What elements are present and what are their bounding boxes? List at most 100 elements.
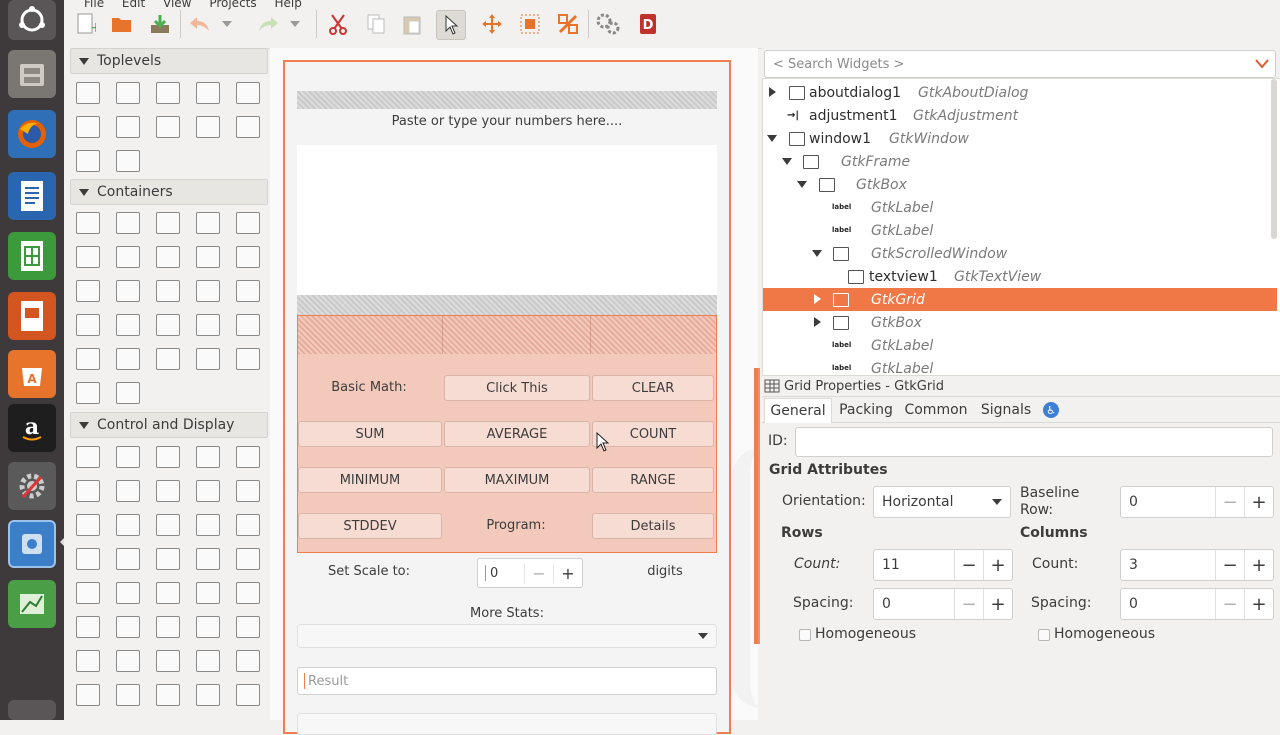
tree-row-gtklabel[interactable]: label GtkLabel xyxy=(763,357,1277,376)
decrement-button[interactable]: − xyxy=(1215,550,1244,580)
undo-dropdown-icon[interactable] xyxy=(220,10,234,38)
settings-icon[interactable] xyxy=(8,462,56,510)
expander-down-icon[interactable] xyxy=(797,181,807,188)
clear-button[interactable]: CLEAR xyxy=(592,375,714,401)
palette-widget-icon[interactable] xyxy=(76,116,100,138)
palette-widget-icon[interactable] xyxy=(116,246,140,268)
palette-section-containers[interactable]: Containers xyxy=(70,179,268,205)
palette-section-control[interactable]: Control and Display xyxy=(70,412,268,438)
window1-preview[interactable]: Paste or type your numbers here.... Basi… xyxy=(283,60,731,735)
select-pointer-icon[interactable] xyxy=(436,10,466,40)
palette-widget-icon[interactable] xyxy=(156,548,180,570)
palette-widget-icon[interactable] xyxy=(236,514,260,536)
chart-app-icon[interactable] xyxy=(8,580,56,628)
palette-widget-icon[interactable] xyxy=(116,446,140,468)
palette-widget-icon[interactable] xyxy=(196,82,220,104)
rows-homogeneous-checkbox[interactable] xyxy=(799,629,811,641)
palette-widget-icon[interactable] xyxy=(236,212,260,234)
margin-edit-icon[interactable] xyxy=(516,10,544,38)
tree-row-aboutdialog1[interactable]: aboutdialog1 GtkAboutDialog xyxy=(763,81,1277,104)
baseline-row-spin[interactable]: 0 − + xyxy=(1120,486,1274,518)
sum-button[interactable]: SUM xyxy=(298,421,442,447)
palette-widget-icon[interactable] xyxy=(76,348,100,370)
scale-minus-button[interactable]: − xyxy=(524,563,553,583)
rows-spacing-spin[interactable]: 0 − + xyxy=(873,588,1013,620)
result-entry[interactable]: Result xyxy=(297,667,717,695)
palette-widget-icon[interactable] xyxy=(196,446,220,468)
palette-widget-icon[interactable] xyxy=(236,116,260,138)
increment-button[interactable]: + xyxy=(1244,487,1273,517)
palette-widget-icon[interactable] xyxy=(76,212,100,234)
palette-widget-icon[interactable] xyxy=(236,480,260,502)
expander-down-icon[interactable] xyxy=(767,135,777,142)
increment-button[interactable]: + xyxy=(983,589,1012,619)
menu-edit[interactable]: Edit xyxy=(122,0,145,10)
palette-widget-icon[interactable] xyxy=(196,246,220,268)
glade-icon[interactable] xyxy=(8,520,56,568)
palette-widget-icon[interactable] xyxy=(76,150,100,172)
palette-widget-icon[interactable] xyxy=(236,684,260,706)
palette-widget-icon[interactable] xyxy=(76,514,100,536)
increment-button[interactable]: + xyxy=(1244,589,1273,619)
decrement-button[interactable]: − xyxy=(954,550,983,580)
increment-button[interactable]: + xyxy=(983,550,1012,580)
palette-widget-icon[interactable] xyxy=(196,650,220,672)
expander-right-icon[interactable] xyxy=(814,317,821,327)
palette-widget-icon[interactable] xyxy=(156,314,180,336)
details-button[interactable]: Details xyxy=(592,513,714,539)
tree-row-gtklabel[interactable]: label GtkLabel xyxy=(763,219,1277,242)
palette-widget-icon[interactable] xyxy=(116,382,140,404)
increment-button[interactable]: + xyxy=(1244,550,1273,580)
palette-widget-icon[interactable] xyxy=(116,212,140,234)
cols-homogeneous-checkbox[interactable] xyxy=(1038,629,1050,641)
palette-widget-icon[interactable] xyxy=(156,514,180,536)
textview1[interactable] xyxy=(297,145,717,295)
preferences-icon[interactable] xyxy=(594,10,622,38)
paste-icon[interactable] xyxy=(398,10,426,38)
palette-widget-icon[interactable] xyxy=(116,116,140,138)
files-icon[interactable] xyxy=(8,50,56,98)
palette-section-toplevels[interactable]: Toplevels xyxy=(70,48,268,74)
scale-spinbutton[interactable]: 0 − + xyxy=(477,558,583,588)
palette-widget-icon[interactable] xyxy=(156,280,180,302)
palette-widget-icon[interactable] xyxy=(76,480,100,502)
palette-widget-icon[interactable] xyxy=(196,582,220,604)
palette-widget-icon[interactable] xyxy=(116,548,140,570)
maximum-button[interactable]: MAXIMUM xyxy=(444,467,590,493)
devhelp-icon[interactable]: D xyxy=(634,10,662,38)
palette-widget-icon[interactable] xyxy=(156,82,180,104)
expander-down-icon[interactable] xyxy=(782,158,792,165)
impress-icon[interactable] xyxy=(8,292,56,340)
widget-tree[interactable]: aboutdialog1 GtkAboutDialog →| adjustmen… xyxy=(762,78,1280,376)
tree-row-scrolledwindow[interactable]: GtkScrolledWindow xyxy=(763,242,1277,265)
placeholder-slot[interactable] xyxy=(297,91,717,109)
palette-widget-icon[interactable] xyxy=(236,650,260,672)
rows-count-spin[interactable]: 11 − + xyxy=(873,549,1013,581)
palette-widget-icon[interactable] xyxy=(76,582,100,604)
palette-widget-icon[interactable] xyxy=(236,246,260,268)
menu-view[interactable]: View xyxy=(163,0,191,10)
palette-widget-icon[interactable] xyxy=(236,446,260,468)
palette-widget-icon[interactable] xyxy=(196,684,220,706)
palette-widget-icon[interactable] xyxy=(76,82,100,104)
tab-general[interactable]: General xyxy=(764,398,832,423)
redo-dropdown-icon[interactable] xyxy=(288,10,302,38)
palette-widget-icon[interactable] xyxy=(196,548,220,570)
scale-plus-button[interactable]: + xyxy=(553,563,582,583)
more-stats-combo[interactable] xyxy=(297,624,717,648)
palette-widget-icon[interactable] xyxy=(236,280,260,302)
calc-icon[interactable] xyxy=(8,232,56,280)
save-icon[interactable] xyxy=(146,10,174,38)
cols-spacing-spin[interactable]: 0 − + xyxy=(1120,588,1274,620)
palette-widget-icon[interactable] xyxy=(196,616,220,638)
palette-widget-icon[interactable] xyxy=(236,616,260,638)
palette-widget-icon[interactable] xyxy=(196,116,220,138)
decrement-button[interactable]: − xyxy=(1215,487,1244,517)
copy-icon[interactable] xyxy=(362,10,390,38)
range-button[interactable]: RANGE xyxy=(592,467,714,493)
palette-widget-icon[interactable] xyxy=(156,446,180,468)
tab-common[interactable]: Common xyxy=(902,398,970,422)
placeholder-row[interactable] xyxy=(298,316,716,354)
palette-widget-icon[interactable] xyxy=(76,446,100,468)
tab-signals[interactable]: Signals xyxy=(976,398,1036,422)
